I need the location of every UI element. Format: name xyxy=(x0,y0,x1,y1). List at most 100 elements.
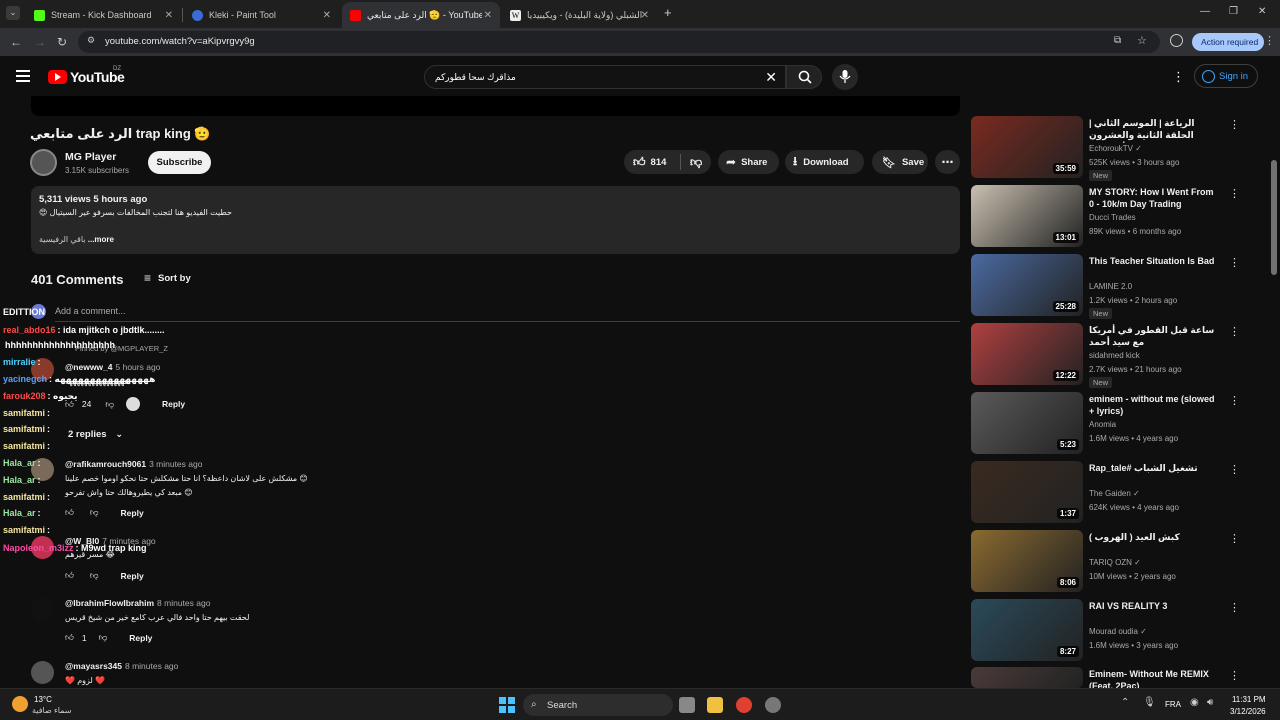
recommended-video[interactable]: 5:23 eminem - without me (slowed + lyrics… xyxy=(971,392,1241,454)
file-explorer-icon[interactable] xyxy=(707,697,723,713)
page-scrollbar[interactable] xyxy=(1271,160,1277,275)
sort-comments-button[interactable]: ≡ Sort by xyxy=(144,271,191,285)
recommended-video[interactable]: 1:37 Rap_tale# تشغيل الشباب The Gaiden ✓ 62… xyxy=(971,461,1241,523)
recommended-video[interactable]: 8:06 كبش العيد ( الهروب ) TARIQ OZN ✓ 10M v… xyxy=(971,530,1241,592)
like-button[interactable]: 👍︎ 814 xyxy=(624,155,680,170)
recommended-video-title[interactable]: ساعة قبل القطور في أمريكا مع سيد أحمد xyxy=(1089,324,1217,348)
reply-button[interactable]: Reply xyxy=(121,571,144,581)
recommended-channel[interactable]: TARIQ OZN ✓ xyxy=(1089,558,1141,567)
video-thumbnail[interactable]: 12:22 xyxy=(971,323,1083,385)
video-options-icon[interactable]: ⋮ xyxy=(1229,394,1240,407)
recommended-video-title[interactable]: This Teacher Situation Is Bad xyxy=(1089,255,1217,267)
reply-button[interactable]: Reply xyxy=(129,633,152,643)
video-player[interactable] xyxy=(31,96,960,116)
network-icon[interactable]: ◉ xyxy=(1190,697,1199,708)
recommended-video-title[interactable]: RAI VS REALITY 3 xyxy=(1089,600,1217,612)
forward-icon[interactable]: → xyxy=(34,35,46,49)
video-options-icon[interactable]: ⋮ xyxy=(1229,532,1240,545)
bookmark-star-icon[interactable]: ☆ xyxy=(1137,34,1147,47)
video-options-icon[interactable]: ⋮ xyxy=(1229,325,1240,338)
video-options-icon[interactable]: ⋮ xyxy=(1229,601,1240,614)
video-thumbnail[interactable]: 8:27 xyxy=(971,599,1083,661)
reply-button[interactable]: Reply xyxy=(162,399,185,409)
close-icon[interactable]: ✕ xyxy=(484,10,492,21)
volume-icon[interactable]: 🔊︎ xyxy=(1207,697,1213,708)
start-button[interactable] xyxy=(499,697,515,713)
new-tab-button[interactable]: + xyxy=(664,5,672,20)
voice-search-button[interactable] xyxy=(832,64,858,90)
reply-button[interactable]: Reply xyxy=(121,508,144,518)
description-more[interactable]: باقي الرفيسية ...more xyxy=(39,235,114,244)
comment-avatar[interactable] xyxy=(31,661,54,684)
task-view-icon[interactable] xyxy=(679,697,695,713)
add-comment-input[interactable]: Add a comment... xyxy=(55,306,126,316)
view-replies-button[interactable]: 2 replies ⌄ xyxy=(68,429,123,440)
tab-kleki[interactable]: Kleki - Paint Tool ✕ xyxy=(184,2,339,28)
video-thumbnail[interactable] xyxy=(971,667,1083,688)
channel-name[interactable]: MG Player xyxy=(65,151,116,163)
more-actions-button[interactable]: ⋯ xyxy=(935,150,960,174)
tray-chevron-icon[interactable]: ⌃ xyxy=(1121,697,1129,708)
video-thumbnail[interactable]: 25:28 xyxy=(971,254,1083,316)
subscribe-button[interactable]: Subscribe xyxy=(148,151,211,174)
save-button[interactable]: 🔖︎ Save xyxy=(872,150,928,174)
back-icon[interactable]: ← xyxy=(10,35,22,49)
restore-icon[interactable]: ❐ xyxy=(1229,6,1238,17)
recommended-channel[interactable]: LAMINE 2.0 xyxy=(1089,282,1132,291)
channel-avatar[interactable] xyxy=(30,149,57,176)
dislike-button[interactable]: 👎︎ xyxy=(681,155,702,170)
thumbs-down-icon[interactable]: 👎︎ xyxy=(90,507,99,518)
recommended-video-title[interactable]: MY STORY: How I Went From 0 - 10k/m Day … xyxy=(1089,186,1217,210)
app-icon[interactable] xyxy=(765,697,781,713)
sign-in-button[interactable]: Sign in xyxy=(1194,64,1258,88)
recommended-video[interactable]: 25:28 This Teacher Situation Is Bad LAMINE… xyxy=(971,254,1241,319)
recommended-video[interactable]: 35:59 الرياعة | الموسم الثاني | الحلقة ال… xyxy=(971,116,1241,181)
recommended-channel[interactable]: Mourad oudia ✓ xyxy=(1089,627,1147,636)
thumbs-down-icon[interactable]: 👎︎ xyxy=(90,570,99,581)
tab-wikipedia[interactable]: W الشبلي (ولاية البليدة) - ويكيبيديا ✕ xyxy=(502,2,657,28)
video-options-icon[interactable]: ⋮ xyxy=(1229,118,1240,131)
clear-search-icon[interactable]: ✕ xyxy=(765,69,777,86)
thumbs-down-icon[interactable]: 👎︎ xyxy=(99,632,108,643)
video-description[interactable]: 5,311 views 5 hours ago 😍 حطيت الفيديو ه… xyxy=(31,186,960,254)
download-button[interactable]: ⭳ Download xyxy=(785,150,864,174)
video-thumbnail[interactable]: 8:06 xyxy=(971,530,1083,592)
comment-author[interactable]: @newww_4 5 hours ago xyxy=(65,362,160,372)
minimize-icon[interactable]: — xyxy=(1200,6,1210,17)
thumbs-up-icon[interactable]: 👍︎ xyxy=(65,507,74,518)
video-thumbnail[interactable]: 1:37 xyxy=(971,461,1083,523)
video-thumbnail[interactable]: 5:23 xyxy=(971,392,1083,454)
tab-kick-dashboard[interactable]: Stream - Kick Dashboard ✕ xyxy=(26,2,181,28)
video-options-icon[interactable]: ⋮ xyxy=(1229,187,1240,200)
recommended-channel[interactable]: Anomia xyxy=(1089,420,1116,429)
close-icon[interactable]: ✕ xyxy=(323,10,331,21)
video-thumbnail[interactable]: 13:01 xyxy=(971,185,1083,247)
recommended-video-title[interactable]: Rap_tale# تشغيل الشباب xyxy=(1089,462,1217,474)
taskbar-clock[interactable]: 11:31 PM 3/12/2026 xyxy=(1230,694,1266,718)
input-language[interactable]: FRA xyxy=(1165,700,1181,709)
comment-author[interactable]: @mayasrs345 8 minutes ago xyxy=(65,661,178,671)
settings-kebab-icon[interactable]: ⋮ xyxy=(1172,69,1185,85)
recommended-channel[interactable]: EchoroukTV ✓ xyxy=(1089,144,1142,153)
install-app-icon[interactable]: ⧉ xyxy=(1114,35,1121,46)
profile-icon[interactable] xyxy=(1170,34,1183,47)
address-bar[interactable]: ⚙ youtube.com/watch?v=aKipvrgvy9g ⧉ ☆ xyxy=(78,31,1160,53)
video-options-icon[interactable]: ⋮ xyxy=(1229,463,1240,476)
recommended-channel[interactable]: The Gaiden ✓ xyxy=(1089,489,1140,498)
close-icon[interactable]: ✕ xyxy=(165,10,173,21)
recommended-video-title[interactable]: eminem - without me (slowed + lyrics) xyxy=(1089,393,1217,417)
share-button[interactable]: ➦ Share xyxy=(718,150,779,174)
recommended-channel[interactable]: sidahmed kick xyxy=(1089,351,1140,360)
window-close-icon[interactable]: ✕ xyxy=(1258,6,1266,17)
chrome-icon[interactable] xyxy=(736,697,752,713)
menu-hamburger-icon[interactable] xyxy=(16,70,30,82)
recommended-channel[interactable]: Ducci Trades xyxy=(1089,213,1136,222)
recommended-video[interactable]: 13:01 MY STORY: How I Went From 0 - 10k/m… xyxy=(971,185,1241,247)
reload-icon[interactable]: ↻ xyxy=(57,35,67,49)
thumbs-down-icon[interactable]: 👎︎ xyxy=(105,399,114,410)
browser-menu-icon[interactable]: ⋮ xyxy=(1264,34,1275,47)
comment-author[interactable]: @IbrahimFlowIbrahim 8 minutes ago xyxy=(65,598,210,608)
recommended-video[interactable]: 8:27 RAI VS REALITY 3 Mourad oudia ✓ 1.6M v… xyxy=(971,599,1241,661)
close-icon[interactable]: ✕ xyxy=(641,10,649,21)
search-button[interactable] xyxy=(786,65,822,89)
